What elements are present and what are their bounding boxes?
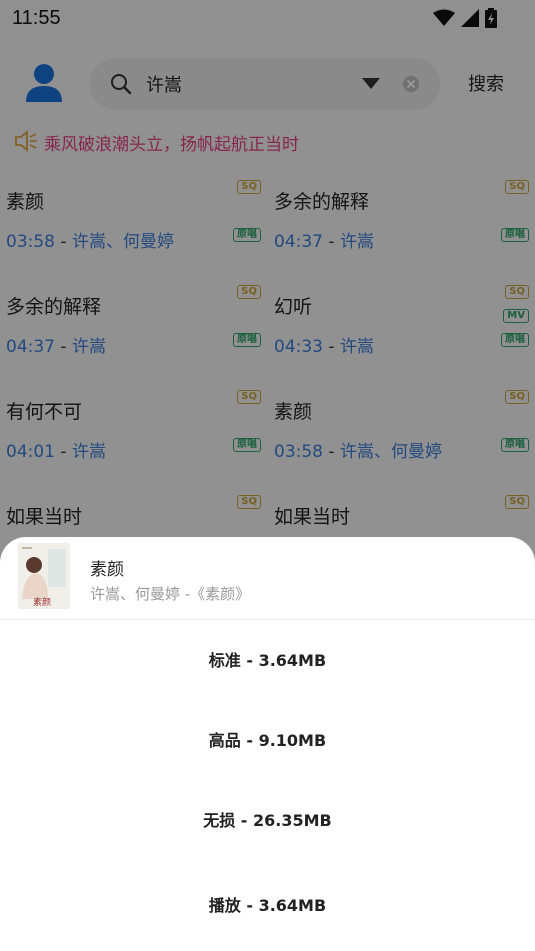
play-option[interactable]: 播放 - 3.64MB: [0, 876, 535, 936]
album-cover-title: 素颜: [33, 598, 52, 608]
download-lossless-option[interactable]: 无损 - 26.35MB: [0, 791, 535, 851]
sheet-song-title: 素颜: [90, 560, 124, 580]
download-high-quality-option[interactable]: 高品 - 9.10MB: [0, 711, 535, 771]
sheet-song-subtitle: 许嵩、何曼婷 -《素颜》: [90, 585, 251, 603]
album-cover: 素颜: [18, 543, 70, 609]
sheet-divider: [0, 619, 535, 620]
download-standard-option[interactable]: 标准 - 3.64MB: [0, 631, 535, 691]
download-options-sheet: 素颜 素颜 许嵩、何曼婷 -《素颜》 标准 - 3.64MB 高品 - 9.10…: [0, 537, 535, 951]
